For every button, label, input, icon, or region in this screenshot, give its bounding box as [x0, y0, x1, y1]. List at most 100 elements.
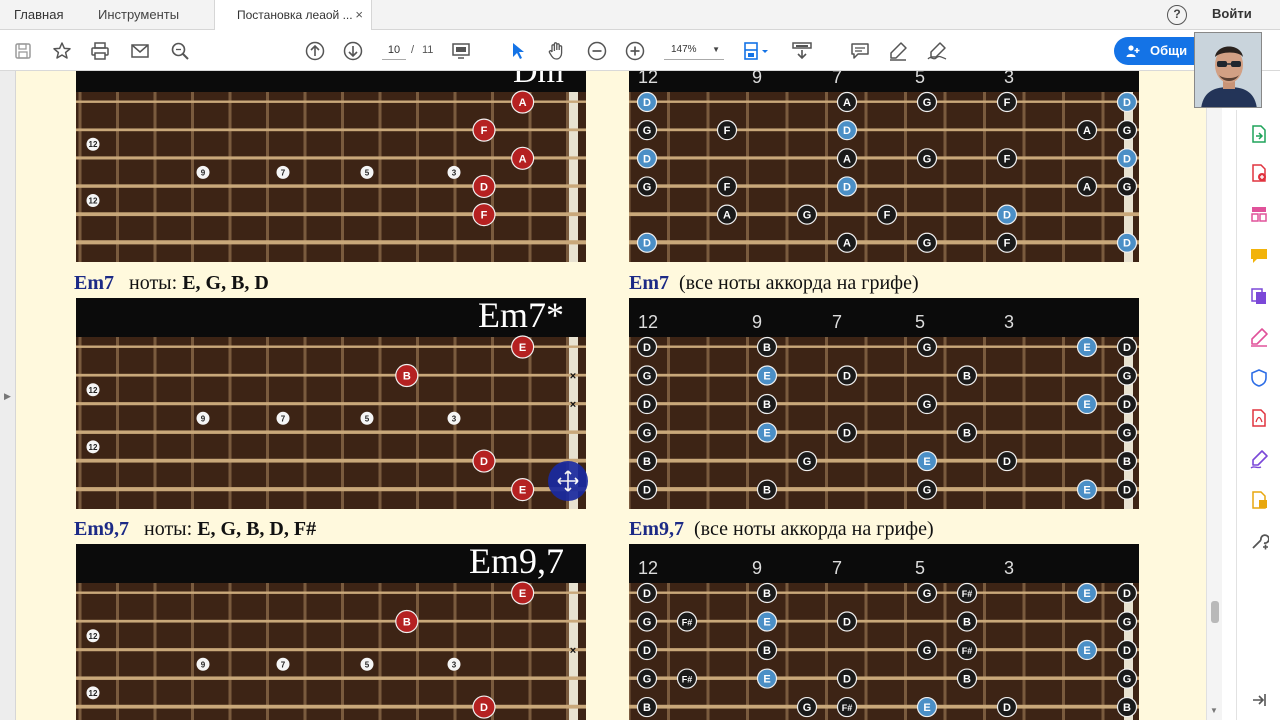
fret-wire — [629, 92, 631, 262]
dm-diagram-all-notes: 12 9 7 5 3 D A G F D G F D A G D A G F D G F D A G A G F D D A G F D — [629, 71, 1139, 262]
tab-document[interactable]: Постановка леаой ... × — [214, 0, 372, 31]
fret-wire — [228, 583, 232, 720]
page-up-icon[interactable] — [303, 30, 327, 71]
left-panel-toggle[interactable]: ▶ — [0, 71, 16, 720]
fret-wire — [266, 92, 269, 262]
fill-sign-icon[interactable] — [1249, 327, 1269, 347]
fret-wire — [303, 92, 307, 262]
guitar-string — [629, 648, 1139, 652]
fret-marker-label: 12 — [89, 197, 98, 206]
note-label: A — [723, 210, 731, 222]
note-label: D — [643, 97, 651, 109]
fret-wire — [943, 337, 947, 509]
scroll-mode-icon[interactable] — [789, 30, 815, 71]
tab-home[interactable]: Главная — [0, 0, 84, 30]
note-label: G — [1123, 617, 1132, 629]
more-tools-icon[interactable] — [1249, 532, 1269, 552]
guitar-string — [629, 373, 1139, 377]
fret-wire — [191, 92, 194, 262]
fret-marker-label: 5 — [365, 414, 370, 423]
note-label: D — [1123, 97, 1131, 109]
tab-bar: Главная Инструменты Постановка леаой ...… — [0, 0, 1280, 31]
signin-button[interactable]: Войти — [1212, 0, 1252, 30]
scroll-down-icon[interactable]: ▼ — [1210, 706, 1218, 715]
hand-icon[interactable] — [545, 30, 569, 71]
create-pdf-icon[interactable] — [1249, 163, 1269, 183]
select-arrow-icon[interactable] — [507, 30, 529, 71]
guitar-string — [76, 704, 586, 709]
fret-wire — [416, 337, 419, 509]
note-label: D — [480, 456, 488, 468]
fret-wire — [378, 92, 382, 262]
page-view-icon[interactable] — [741, 30, 773, 71]
guitar-string — [629, 184, 1139, 188]
fret-wire — [864, 337, 868, 509]
pdf-icon[interactable] — [1249, 408, 1269, 428]
note-label: F — [481, 125, 488, 137]
fret-wire — [746, 583, 749, 720]
page-total: 11 — [422, 44, 434, 56]
collapse-panel-icon[interactable] — [1249, 690, 1269, 710]
tab-tools[interactable]: Инструменты — [84, 0, 212, 30]
protect-icon[interactable] — [1249, 368, 1269, 388]
page-down-icon[interactable] — [341, 30, 365, 71]
guitar-string — [76, 240, 586, 245]
fret-number: 7 — [832, 71, 842, 87]
fret-wire — [416, 583, 419, 720]
vertical-scrollbar[interactable]: ▼ — [1206, 71, 1222, 720]
save-icon[interactable] — [12, 30, 34, 71]
fit-page-icon[interactable] — [449, 30, 473, 71]
note-label: D — [1123, 153, 1131, 165]
combine-files-icon[interactable] — [1249, 286, 1269, 306]
note-label: E — [1083, 485, 1090, 497]
note-label: B — [963, 371, 971, 383]
help-icon[interactable]: ? — [1167, 5, 1187, 25]
chord-diagram-title: Em9,7 — [469, 544, 564, 581]
sign-icon[interactable] — [924, 30, 950, 71]
em7-heading: Em7 ноты: E, G, B, D — [74, 272, 269, 295]
chord-notes-em7: E, G, B, D — [182, 272, 269, 294]
highlight-pen-icon[interactable] — [886, 30, 910, 71]
document-viewport[interactable]: Dm 12 12 9 7 5 3 A F A D F 12 9 7 5 3 D A G F D G F D A G D A G F D G F D… — [0, 71, 1222, 720]
scrollbar-thumb[interactable] — [1211, 601, 1219, 623]
sign-tool-icon[interactable] — [1249, 449, 1269, 469]
search-icon[interactable] — [168, 30, 192, 71]
zoom-in-icon[interactable] — [623, 30, 647, 71]
zoom-select[interactable]: 147% ▼ — [664, 40, 724, 60]
print-icon[interactable] — [88, 30, 112, 71]
comment-icon[interactable] — [848, 30, 872, 71]
export-pdf-icon[interactable] — [1249, 124, 1269, 144]
tab-close-icon[interactable]: × — [355, 0, 363, 30]
zoom-out-icon[interactable] — [585, 30, 609, 71]
fret-wire — [416, 92, 419, 262]
note-label: B — [763, 485, 771, 497]
fret-wire — [378, 337, 382, 509]
guitar-string — [76, 128, 586, 132]
person-avatar — [1195, 33, 1261, 107]
edit-pdf-icon[interactable] — [1249, 490, 1269, 510]
fret-wire — [785, 92, 789, 262]
chord-name-em97-right: Em9,7 — [629, 518, 684, 540]
fret-wire — [341, 337, 344, 509]
mail-icon[interactable] — [128, 30, 152, 71]
guitar-string — [629, 458, 1139, 463]
muted-string-mark: × — [570, 371, 576, 383]
fret-wire — [378, 583, 382, 720]
note-label: G — [643, 428, 652, 440]
fret-wire — [864, 583, 868, 720]
comment-tool-icon[interactable] — [1249, 246, 1269, 266]
fret-wire — [983, 337, 986, 509]
note-label: G — [923, 97, 932, 109]
fret-wire — [1101, 92, 1105, 262]
fret-marker-label: 12 — [89, 443, 98, 452]
guitar-string — [76, 648, 586, 652]
fret-wire — [1062, 583, 1065, 720]
fret-wire — [116, 583, 119, 720]
page-number-input[interactable]: 10 — [382, 40, 406, 60]
chord-name-em97: Em9,7 — [74, 518, 129, 540]
organize-pages-icon[interactable] — [1249, 204, 1269, 224]
note-label: B — [403, 617, 411, 629]
note-label: G — [923, 342, 932, 354]
star-icon[interactable] — [50, 30, 74, 71]
note-label: F# — [962, 589, 973, 599]
